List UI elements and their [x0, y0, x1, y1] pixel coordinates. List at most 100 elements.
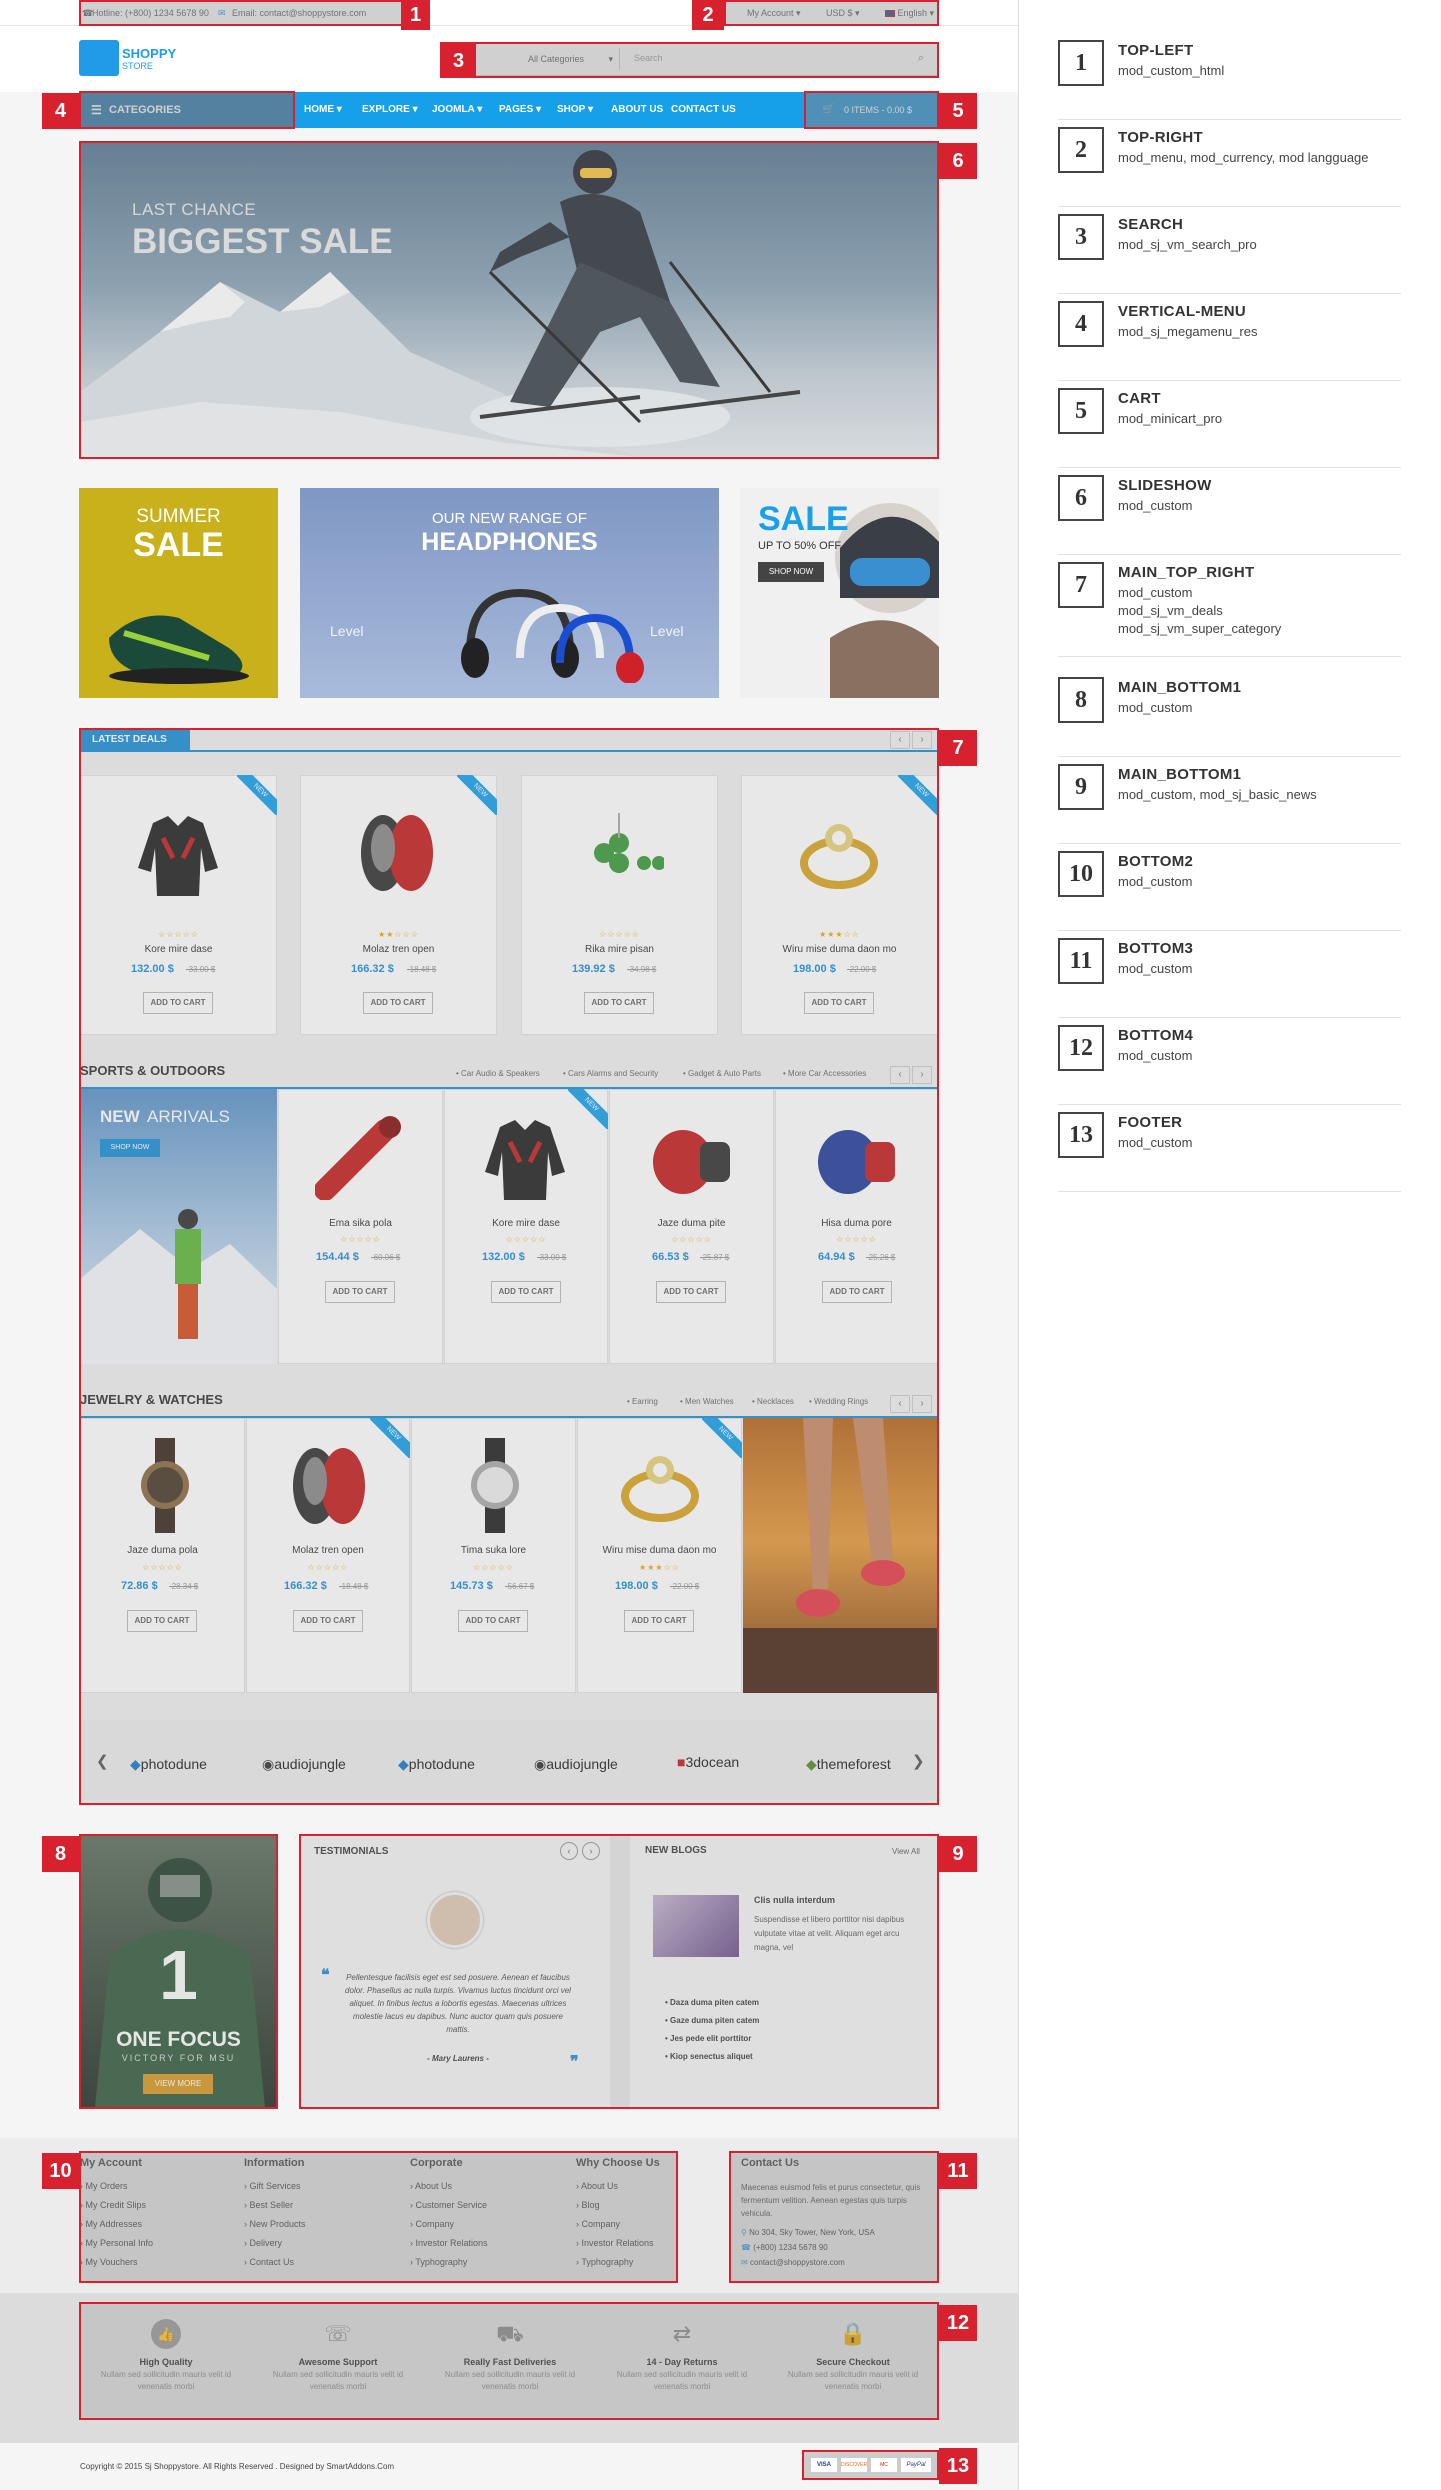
legend-number: 9 — [1058, 764, 1104, 810]
legend-number: 1 — [1058, 40, 1104, 86]
legend-title: TOP-RIGHT — [1118, 129, 1203, 146]
marker-10: 10 — [42, 2153, 79, 2189]
legend-number: 2 — [1058, 127, 1104, 173]
marker-2: 2 — [692, 0, 724, 30]
legend-number: 4 — [1058, 301, 1104, 347]
legend-row: 13 FOOTER mod_custom — [1058, 1112, 1401, 1192]
summer-sale-label: SALE — [133, 526, 224, 564]
legend-row: 10 BOTTOM2 mod_custom — [1058, 851, 1401, 931]
legend-row: 7 MAIN_TOP_RIGHT mod_custom mod_sj_vm_deal… — [1058, 562, 1401, 657]
nav-home[interactable]: HOME ▾ — [304, 104, 342, 115]
legend-title: FOOTER — [1118, 1114, 1183, 1131]
legend-number: 10 — [1058, 851, 1104, 897]
mastercard-icon: MC — [871, 2458, 897, 2472]
shop-now-button[interactable]: SHOP NOW — [758, 562, 824, 582]
legend-title: MAIN_TOP_RIGHT — [1118, 564, 1255, 581]
nav-joomla[interactable]: JOOMLA ▾ — [432, 104, 482, 115]
legend-subtitle: mod_custom — [1118, 700, 1193, 715]
marker-6: 6 — [939, 143, 977, 179]
marker-11: 11 — [939, 2153, 977, 2189]
legend-title: MAIN_BOTTOM1 — [1118, 679, 1242, 696]
logo-subtitle: STORE — [122, 61, 153, 71]
nav-pages-label: PAGES — [499, 104, 534, 115]
legend-row: 11 BOTTOM3 mod_custom — [1058, 938, 1401, 1018]
legend-title: BOTTOM4 — [1118, 1027, 1194, 1044]
copyright-text: Copyright © 2015 Sj Shoppystore. All Rig… — [80, 2462, 395, 2471]
nav-about-us[interactable]: ABOUT US — [611, 104, 663, 115]
legend-row: 6 SLIDESHOW mod_custom — [1058, 475, 1401, 555]
legend-number: 3 — [1058, 214, 1104, 260]
search-highlight — [440, 42, 938, 76]
msu-highlight — [80, 1835, 277, 2107]
headphones-illustration — [461, 588, 644, 683]
brand-mark-left: Level — [330, 623, 364, 639]
marker-12: 12 — [939, 2305, 977, 2341]
legend-title: BOTTOM3 — [1118, 940, 1194, 957]
legend-row: 4 VERTICAL-MENU mod_sj_megamenu_res — [1058, 301, 1401, 381]
legend-row: 9 MAIN_BOTTOM1 mod_custom, mod_sj_basic_ne… — [1058, 764, 1401, 844]
logo-title[interactable]: SHOPPY — [122, 46, 176, 61]
bottom3-highlight — [730, 2151, 939, 2282]
legend-subtitle: mod_custom, mod_sj_basic_news — [1118, 787, 1317, 802]
marker-3: 3 — [441, 44, 476, 78]
nav-shop-label: SHOP — [557, 104, 586, 115]
marker-5: 5 — [939, 93, 977, 129]
legend-subtitle: mod_custom — [1118, 1048, 1193, 1063]
bottom4-highlight — [80, 2303, 938, 2419]
slideshow-highlight — [80, 142, 938, 457]
marker-8: 8 — [42, 1836, 79, 1872]
categories-highlight — [79, 92, 294, 128]
legend-title: SEARCH — [1118, 216, 1184, 233]
sneaker-illustration — [109, 615, 249, 684]
legend-title: CART — [1118, 390, 1161, 407]
legend-subtitle: mod_custom — [1118, 1135, 1193, 1150]
legend-subtitle: mod_sj_megamenu_res — [1118, 324, 1258, 339]
legend-title: VERTICAL-MENU — [1118, 303, 1247, 320]
legend-subtitle: mod_menu, mod_currency, mod langguage — [1118, 150, 1369, 165]
sale-50-banner[interactable]: SALE UP TO 50% OFF SHOP NOW — [740, 488, 939, 698]
sale-discount: UP TO 50% OFF — [758, 540, 842, 552]
legend-row: 12 BOTTOM4 mod_custom — [1058, 1025, 1401, 1105]
legend-subtitle: mod_custom — [1118, 874, 1193, 889]
nav-shop[interactable]: SHOP ▾ — [557, 104, 593, 115]
legend-number: 11 — [1058, 938, 1104, 984]
discover-icon: DISCOVER — [841, 2458, 867, 2472]
bag-logo-icon — [79, 40, 119, 76]
legend-row: 5 CART mod_minicart_pro — [1058, 388, 1401, 468]
legend-title: SLIDESHOW — [1118, 477, 1212, 494]
legend-title: TOP-LEFT — [1118, 42, 1194, 59]
main-bottom-highlight — [300, 1835, 938, 2107]
paypal-icon: PayPal — [901, 2458, 931, 2472]
legend-number: 7 — [1058, 562, 1104, 608]
visa-icon: VISA — [811, 2458, 837, 2472]
top-right-highlight — [724, 0, 938, 26]
brand-mark-right: Level — [650, 623, 684, 639]
headphones-kicker: OUR NEW RANGE OF — [431, 510, 587, 527]
marker-13: 13 — [939, 2448, 977, 2484]
marker-4: 4 — [42, 93, 79, 129]
main-top-right-highlight — [80, 728, 938, 1803]
legend-subtitle: mod_custom mod_sj_vm_deals mod_sj_vm_sup… — [1118, 585, 1282, 636]
legend-subtitle: mod_custom — [1118, 498, 1193, 513]
legend-subtitle: mod_custom_html — [1118, 63, 1225, 78]
cart-highlight — [804, 92, 939, 128]
nav-pages[interactable]: PAGES ▾ — [499, 104, 541, 115]
summer-sale-banner[interactable]: SUMMER SALE — [79, 488, 278, 698]
legend-title: MAIN_BOTTOM1 — [1118, 766, 1242, 783]
summer-label: SUMMER — [136, 506, 221, 527]
marker-7: 7 — [939, 730, 977, 766]
headphones-banner[interactable]: OUR NEW RANGE OF HEADPHONES Level Level — [300, 488, 719, 698]
legend-row: 1 TOP-LEFT mod_custom_html — [1058, 40, 1401, 120]
legend-number: 5 — [1058, 388, 1104, 434]
nav-contact-us[interactable]: CONTACT US — [671, 104, 736, 115]
store-page-preview: ☎ Hotline: (+800) 1234 5678 90 ✉ Email: … — [0, 0, 1018, 2490]
legend-number: 8 — [1058, 677, 1104, 723]
payment-icons: VISA DISCOVER MC PayPal — [803, 2451, 939, 2479]
nav-explore[interactable]: EXPLORE ▾ — [362, 104, 418, 115]
legend-number: 13 — [1058, 1112, 1104, 1158]
legend-subtitle: mod_custom — [1118, 961, 1193, 976]
legend-row: 3 SEARCH mod_sj_vm_search_pro — [1058, 214, 1401, 294]
nav-joomla-label: JOOMLA — [432, 104, 475, 115]
legend-subtitle: mod_sj_vm_search_pro — [1118, 237, 1257, 252]
nav-home-label: HOME — [304, 104, 334, 115]
